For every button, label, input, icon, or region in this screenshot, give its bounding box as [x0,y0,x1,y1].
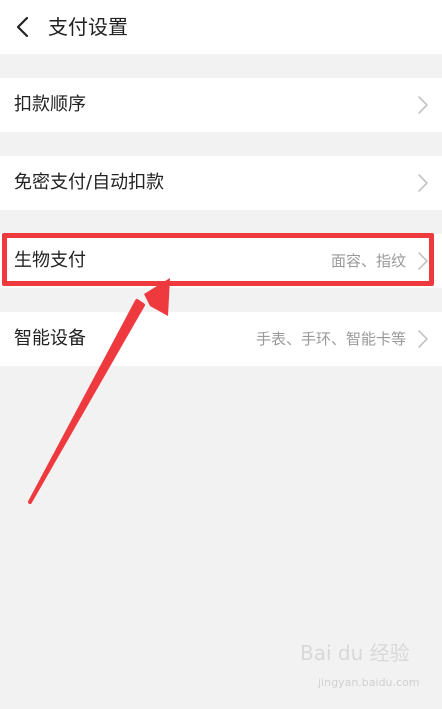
watermark: Bai du 经验 jingyan.baidu.com [300,640,430,702]
back-button[interactable] [8,12,38,42]
row-value: 面容、指纹 [330,252,406,270]
chevron-right-icon [416,251,430,271]
row-label: 智能设备 [14,328,86,349]
nav-header: 支付设置 [0,0,442,54]
row-value: 手表、手环、智能卡等 [255,330,406,348]
row-label: 免密支付/自动扣款 [14,172,165,193]
settings-row-password-free-pay[interactable]: 免密支付/自动扣款 [0,156,442,210]
settings-row-biometric-pay[interactable]: 生物支付 面容、指纹 [0,234,442,288]
watermark-url: jingyan.baidu.com [318,676,420,689]
chevron-right-icon [416,329,430,349]
watermark-logo: Bai du 经验 [300,641,410,665]
row-label: 扣款顺序 [14,94,86,115]
settings-row-deduction-order[interactable]: 扣款顺序 [0,78,442,132]
page-title: 支付设置 [48,15,128,39]
chevron-left-icon [16,16,29,38]
row-label: 生物支付 [14,250,86,271]
settings-row-smart-devices[interactable]: 智能设备 手表、手环、智能卡等 [0,312,442,366]
chevron-right-icon [416,95,430,115]
chevron-right-icon [416,173,430,193]
